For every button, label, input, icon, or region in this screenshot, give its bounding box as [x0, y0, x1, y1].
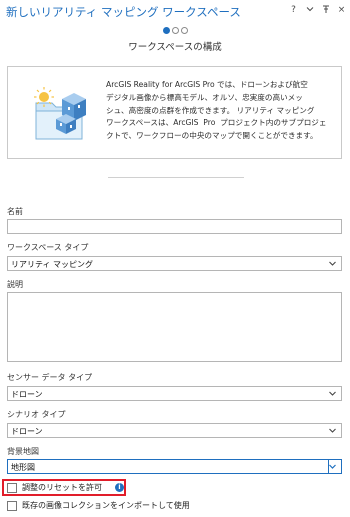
step-dot-3	[180, 27, 188, 34]
workspace-type-select[interactable]: リアリティ マッピング	[7, 256, 342, 271]
basemap-label: 背景地図	[7, 447, 39, 456]
chevron-down-icon[interactable]	[305, 5, 314, 17]
name-input[interactable]	[7, 219, 342, 234]
info-card: ArcGIS Reality for ArcGIS Pro では、ドローンおよび…	[7, 66, 342, 159]
title-bar: 新しいリアリティ マッピング ワークスペース ? ×	[0, 0, 350, 24]
step-dot-2	[171, 27, 179, 34]
scenario-type-label: シナリオ タイプ	[7, 410, 66, 419]
scenario-type-select[interactable]: ドローン	[7, 423, 342, 438]
name-label: 名前	[7, 207, 23, 216]
chevron-down-icon	[329, 428, 336, 433]
close-icon[interactable]: ×	[337, 5, 346, 17]
chevron-down-icon	[329, 391, 336, 396]
help-icon[interactable]: ?	[289, 5, 298, 17]
allow-reset-row: 調整のリセットを許可 i	[7, 482, 124, 493]
basemap-value: 地形図	[11, 463, 35, 472]
section-divider	[108, 177, 244, 178]
info-icon[interactable]: i	[115, 483, 124, 492]
scenario-type-value: ドローン	[11, 427, 43, 436]
window-controls: ? ×	[289, 5, 346, 17]
info-description: ArcGIS Reality for ArcGIS Pro では、ドローンおよび…	[106, 80, 327, 141]
import-collection-label[interactable]: 既存の画像コレクションをインポートして使用	[22, 500, 190, 511]
allow-reset-label[interactable]: 調整のリセットを許可	[22, 482, 102, 493]
chevron-down-icon	[329, 464, 336, 469]
sensor-type-value: ドローン	[11, 390, 43, 399]
import-collection-row: 既存の画像コレクションをインポートして使用	[7, 500, 190, 511]
description-textarea[interactable]	[7, 292, 342, 362]
workspace-type-label: ワークスペース タイプ	[7, 243, 89, 252]
import-collection-checkbox[interactable]	[7, 500, 17, 511]
workspace-type-value: リアリティ マッピング	[11, 260, 94, 269]
window-title: 新しいリアリティ マッピング ワークスペース	[6, 5, 241, 19]
basemap-select[interactable]: 地形図	[7, 459, 342, 474]
step-title: ワークスペースの構成	[128, 42, 222, 53]
allow-reset-checkbox[interactable]	[7, 482, 17, 493]
chevron-down-icon	[329, 261, 336, 266]
pin-icon[interactable]	[321, 5, 330, 17]
sensor-type-select[interactable]: ドローン	[7, 386, 342, 401]
reality-mapping-illustration-icon	[34, 87, 86, 140]
step-dot-1	[162, 27, 170, 34]
step-indicator	[0, 27, 350, 34]
sensor-type-label: センサー データ タイプ	[7, 373, 93, 382]
description-label: 説明	[7, 280, 23, 289]
